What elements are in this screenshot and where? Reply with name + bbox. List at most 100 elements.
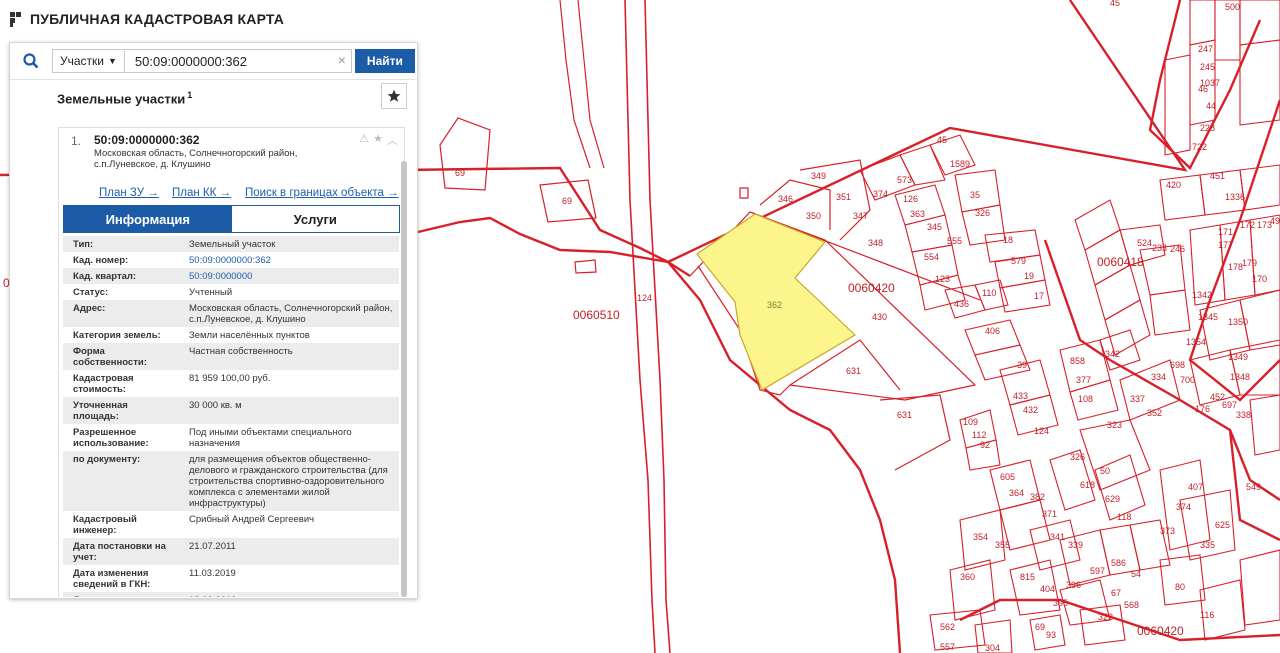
info-label: Адрес:	[63, 300, 179, 327]
parcel-number-label: 18	[1003, 235, 1013, 245]
info-row: Дата выгрузки12.03.2019	[63, 592, 399, 597]
scrollbar-thumb[interactable]	[401, 161, 407, 597]
parcel-number-label: 17	[1034, 291, 1044, 301]
warning-icon[interactable]: ⚠	[359, 132, 369, 148]
parcel-number-label: 337	[1130, 394, 1145, 404]
quarter-label: 0060420	[1137, 624, 1184, 638]
tab-services[interactable]: Услуги	[231, 206, 399, 232]
favorite-button[interactable]	[381, 83, 407, 109]
parcel-number-label: 1345	[1198, 312, 1218, 322]
parcel-number-label: 50	[1100, 466, 1110, 476]
chevron-down-icon: ▼	[108, 56, 117, 66]
parcel-number-label: 364	[1009, 488, 1024, 498]
info-row: Кадастровый инженер: Срибный Андрей Серге…	[63, 511, 399, 538]
parcel-number-label: 346	[778, 194, 793, 204]
parcel-number-label: 1336	[1225, 192, 1245, 202]
info-value: для размещения объектов общественно-дело…	[179, 451, 399, 511]
parcel-number-label: 233	[1152, 243, 1167, 253]
info-label: Статус:	[63, 284, 179, 300]
info-row: Категория земель: Земли населённых пункто…	[63, 327, 399, 343]
search-type-select[interactable]: Участки ▼	[52, 49, 124, 73]
parcel-number-label: 568	[1124, 600, 1139, 610]
parcel-number-label: 629	[1105, 494, 1120, 504]
parcel-number-label: 562	[940, 622, 955, 632]
parcel-number-label: 245	[1200, 62, 1215, 72]
parcel-number-label: 92	[980, 440, 990, 450]
search-icon[interactable]	[10, 43, 52, 79]
scrollbar[interactable]	[401, 161, 407, 597]
parcel-number-label: 374	[873, 189, 888, 199]
parcel-number-label: 54	[1131, 569, 1141, 579]
parcel-number-label: 322	[1098, 612, 1113, 622]
info-label: Кадастровый инженер:	[63, 511, 179, 538]
parcel-number-label: 420	[1166, 180, 1181, 190]
search-input[interactable]	[123, 49, 352, 73]
info-value: Частная собственность	[179, 343, 399, 370]
parcel-number-label: 177	[1218, 240, 1233, 250]
info-row: Кадастровая стоимость: 81 959 100,00 руб.	[63, 370, 399, 397]
parcel-number-label: 451	[1210, 171, 1225, 181]
result-kad-number[interactable]: 50:09:0000000:362	[94, 133, 199, 147]
parcel-number-label: 698	[1170, 360, 1185, 370]
parcel-number-label: 549	[1246, 482, 1261, 492]
info-row: Кад. номер: 50:09:0000000:362	[63, 252, 399, 268]
parcel-number-label: 605	[1000, 472, 1015, 482]
info-value[interactable]: 50:09:0000000	[179, 268, 399, 284]
parcel-number-label: 395	[1053, 598, 1068, 608]
info-row: Статус: Учтенный	[63, 284, 399, 300]
rosreestr-logo-icon	[10, 12, 21, 27]
parcel-number-label: 354	[973, 532, 988, 542]
info-row: Форма собственности: Частная собственност…	[63, 343, 399, 370]
parcel-number-label: 374	[1176, 502, 1191, 512]
parcel-number-label: 815	[1020, 572, 1035, 582]
info-value: Московская область, Солнечногорский райо…	[179, 300, 399, 327]
star-outline-icon[interactable]: ★	[373, 132, 383, 148]
result-card[interactable]: 1. 50:09:0000000:362 Московская область,…	[58, 127, 405, 597]
star-icon	[387, 89, 401, 102]
search-in-bounds-link[interactable]: Поиск в границах объекта →	[245, 187, 399, 199]
plan-zu-link[interactable]: План ЗУ →	[99, 187, 159, 199]
info-value: 11.03.2019	[179, 565, 399, 592]
info-row: Адрес: Московская область, Солнечногорски…	[63, 300, 399, 327]
plan-kk-link[interactable]: План КК →	[172, 187, 231, 199]
parcel-number-label: 179	[1242, 258, 1257, 268]
parcel-number-label: 228	[1200, 123, 1215, 133]
parcel-number-label: 1342	[1192, 290, 1212, 300]
quarter-label: 0060510	[573, 308, 620, 322]
tab-info[interactable]: Информация	[64, 206, 232, 232]
parcel-number-label: 112	[972, 430, 986, 440]
parcel-number-label: 555	[947, 236, 962, 246]
parcel-number-label: 44	[1206, 101, 1216, 111]
parcel-number-label: 304	[985, 643, 1000, 653]
info-label: Дата постановки на учет:	[63, 538, 179, 565]
parcel-number-label: 349	[811, 171, 826, 181]
parcel-number-label: 432	[1023, 405, 1038, 415]
parcel-number-label: 373	[1160, 526, 1175, 536]
info-value: Земли населённых пунктов	[179, 327, 399, 343]
parcel-number-label: 433	[1013, 391, 1028, 401]
parcel-number-label: 1350	[1228, 317, 1248, 327]
parcel-number-label: 171	[1218, 227, 1233, 237]
info-label: по документу:	[63, 451, 179, 511]
parcel-number-label: 326	[975, 208, 990, 218]
parcel-number-label: 341	[1050, 532, 1065, 542]
info-value[interactable]: 50:09:0000000:362	[179, 252, 399, 268]
parcel-number-label: 339	[1068, 540, 1083, 550]
parcel-number-label: 350	[806, 211, 821, 221]
parcel-number-label: 597	[1090, 566, 1105, 576]
find-button[interactable]: Найти	[354, 49, 415, 73]
clear-icon[interactable]: ×	[338, 52, 346, 68]
result-links: План ЗУ → План КК → Поиск в границах объ…	[59, 185, 404, 205]
info-value: 12.03.2019	[179, 592, 399, 597]
parcel-number-label: 80	[1175, 582, 1185, 592]
parcel-number-label: 109	[963, 417, 978, 427]
info-label: Дата выгрузки	[63, 592, 179, 597]
info-value: 21.07.2011	[179, 538, 399, 565]
parcel-number-label: 858	[1070, 356, 1085, 366]
search-input-wrap: ×	[123, 49, 352, 73]
result-index: 1.	[71, 134, 82, 148]
info-label: Кадастровая стоимость:	[63, 370, 179, 397]
chevron-up-icon[interactable]: ︿	[387, 132, 398, 148]
parcel-number-label: 69	[455, 168, 465, 178]
info-label: Форма собственности:	[63, 343, 179, 370]
